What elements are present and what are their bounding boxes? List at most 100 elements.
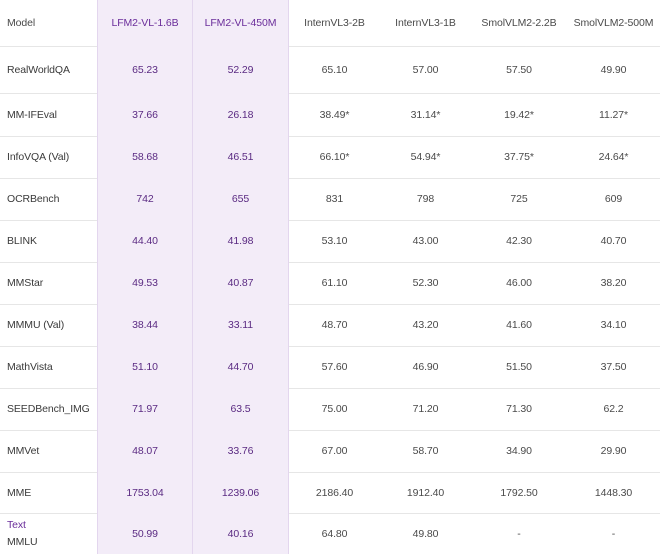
table-cell: 53.10 bbox=[321, 235, 348, 247]
table-cell: 71.97 bbox=[97, 388, 192, 430]
table-cell: 65.10 bbox=[321, 63, 348, 76]
table-cell: 43.00 bbox=[412, 235, 439, 247]
row-label-category: Text bbox=[7, 519, 26, 531]
table-cell: 798 bbox=[416, 193, 435, 205]
table-row: BLINK 44.40 41.98 53.10 43.00 42.30 40.70 bbox=[0, 220, 660, 263]
column-header: LFM2-VL-450M bbox=[192, 0, 289, 46]
row-label: MME bbox=[7, 486, 32, 499]
table-cell: 34.10 bbox=[600, 319, 627, 331]
table-cell: 44.40 bbox=[97, 220, 192, 262]
table-cell: 42.30 bbox=[506, 235, 532, 247]
table-cell: 41.60 bbox=[506, 319, 532, 331]
table-cell: 48.70 bbox=[321, 319, 348, 331]
table-cell: 41.98 bbox=[192, 220, 289, 262]
table-cell: 71.30 bbox=[506, 403, 532, 415]
row-label: RealWorldQA bbox=[7, 63, 70, 76]
column-header: SmolVLM2-500M bbox=[573, 17, 654, 29]
table-cell: 26.18 bbox=[192, 93, 289, 136]
row-label: BLINK bbox=[7, 235, 37, 247]
table-cell: 1792.50 bbox=[500, 486, 538, 499]
table-cell: 1912.40 bbox=[406, 486, 445, 499]
table-cell: 44.70 bbox=[192, 346, 289, 388]
table-cell: 29.90 bbox=[600, 445, 627, 457]
table-cell: 742 bbox=[97, 178, 192, 220]
table-cell: 1753.04 bbox=[97, 472, 192, 513]
row-label-name: MMLU bbox=[7, 536, 38, 548]
table-cell: 609 bbox=[604, 193, 623, 205]
row-label: MathVista bbox=[7, 361, 53, 373]
table-row: InfoVQA (Val) 58.68 46.51 66.10* 54.94* 37.75… bbox=[0, 136, 660, 179]
table-row: MMStar 49.53 40.87 61.10 52.30 46.00 38.20 bbox=[0, 262, 660, 305]
table-row: MM-IFEval 37.66 26.18 38.49* 31.14* 19.42* 11.… bbox=[0, 93, 660, 137]
table-cell: 40.16 bbox=[192, 513, 289, 554]
column-header: SmolVLM2-2.2B bbox=[481, 17, 557, 29]
table-cell: 75.00 bbox=[321, 403, 348, 415]
table-cell: 71.20 bbox=[412, 403, 439, 415]
row-label: MM-IFEval bbox=[7, 108, 57, 121]
table-cell: 34.90 bbox=[506, 445, 532, 457]
table-cell: 46.51 bbox=[192, 136, 289, 178]
table-cell: 52.30 bbox=[412, 277, 439, 289]
column-header: LFM2-VL-1.6B bbox=[97, 0, 192, 46]
table-cell: 31.14* bbox=[410, 108, 441, 121]
table-cell: 37.75* bbox=[504, 151, 534, 163]
table-cell: 38.44 bbox=[97, 304, 192, 346]
table-cell: 11.27* bbox=[599, 108, 628, 121]
row-label: MMVet bbox=[7, 445, 40, 457]
table-cell: 725 bbox=[510, 193, 528, 205]
table-cell: 48.07 bbox=[97, 430, 192, 472]
table-cell: 61.10 bbox=[321, 277, 348, 289]
table-cell: 1239.06 bbox=[192, 472, 289, 513]
table-cell: 33.76 bbox=[192, 430, 289, 472]
table-cell: - bbox=[517, 527, 521, 540]
row-label: SEEDBench_IMG bbox=[7, 403, 90, 415]
table-row: MathVista 51.10 44.70 57.60 46.90 51.50 37.50 bbox=[0, 346, 660, 389]
table-cell: 19.42* bbox=[504, 108, 534, 121]
table-cell: 64.80 bbox=[321, 527, 348, 540]
table-cell: 38.20 bbox=[600, 277, 627, 289]
table-cell: 50.99 bbox=[97, 513, 192, 554]
table-row: MMMU (Val) 38.44 33.11 48.70 43.20 41.60 34.10 bbox=[0, 304, 660, 347]
table-cell: 24.64* bbox=[598, 151, 629, 163]
table-row: Text MMLU 50.99 40.16 64.80 49.80 - - bbox=[0, 513, 660, 554]
table-cell: 58.70 bbox=[412, 445, 439, 457]
table-cell: - bbox=[611, 527, 616, 540]
table-cell: 51.50 bbox=[506, 361, 532, 373]
table-cell: 51.10 bbox=[97, 346, 192, 388]
row-label: OCRBench bbox=[7, 193, 60, 205]
table-row: SEEDBench_IMG 71.97 63.5 75.00 71.20 71.30 62.… bbox=[0, 388, 660, 431]
table-header: Model LFM2-VL-1.6B LFM2-VL-450M InternVL3-2… bbox=[0, 0, 660, 47]
table-cell: 831 bbox=[325, 193, 344, 205]
table-cell: 33.11 bbox=[192, 304, 289, 346]
table-cell: 1448.30 bbox=[594, 486, 633, 499]
table-cell: 57.60 bbox=[321, 361, 348, 373]
row-label: InfoVQA (Val) bbox=[7, 151, 70, 163]
table-cell: 49.53 bbox=[97, 262, 192, 304]
row-label: MMStar bbox=[7, 277, 44, 289]
table-cell: 66.10* bbox=[319, 151, 350, 163]
table-cell: 46.90 bbox=[412, 361, 439, 373]
table-cell: 40.70 bbox=[600, 235, 627, 247]
table-cell: 2186.40 bbox=[315, 486, 354, 499]
table-cell: 63.5 bbox=[192, 388, 289, 430]
table-cell: 67.00 bbox=[321, 445, 348, 457]
column-header: Model bbox=[7, 17, 36, 29]
table-cell: 37.50 bbox=[600, 361, 627, 373]
row-label: Text MMLU bbox=[0, 513, 97, 554]
table-cell: 54.94* bbox=[410, 151, 441, 163]
column-header: InternVL3-2B bbox=[304, 17, 365, 29]
table-cell: 62.2 bbox=[603, 403, 624, 415]
row-label: MMMU (Val) bbox=[7, 319, 65, 331]
table-row: MME 1753.04 1239.06 2186.40 1912.40 1792.50 14… bbox=[0, 472, 660, 514]
table-row: MMVet 48.07 33.76 67.00 58.70 34.90 29.90 bbox=[0, 430, 660, 473]
column-header: InternVL3-1B bbox=[395, 17, 456, 29]
table-cell: 43.20 bbox=[412, 319, 439, 331]
table-row: OCRBench 742 655 831 798 725 609 bbox=[0, 178, 660, 221]
table-cell: 49.80 bbox=[412, 527, 439, 540]
table-cell: 40.87 bbox=[192, 262, 289, 304]
table-cell: 57.50 bbox=[506, 63, 532, 76]
table-cell: 58.68 bbox=[97, 136, 192, 178]
table-cell: 37.66 bbox=[97, 93, 192, 136]
table-row: RealWorldQA 65.23 52.29 65.10 57.00 57.50 49.9… bbox=[0, 46, 660, 94]
table-cell: 57.00 bbox=[412, 63, 439, 76]
